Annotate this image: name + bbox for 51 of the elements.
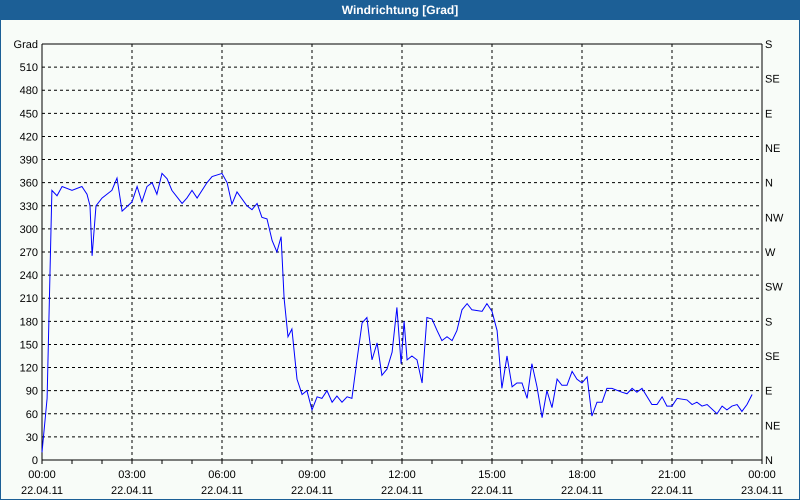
x-tick-time: 21:00 <box>658 469 686 481</box>
compass-tick-label: E <box>765 108 772 120</box>
compass-tick-label: N <box>765 455 773 467</box>
x-tick-time: 12:00 <box>388 469 416 481</box>
y-tick-label: 510 <box>20 62 38 74</box>
compass-tick-label: NW <box>765 212 784 224</box>
window-title: Windrichtung [Grad] <box>342 2 458 19</box>
x-tick-date: 22.04.11 <box>561 485 603 497</box>
y-tick-label: 450 <box>20 108 38 120</box>
x-tick-date: 22.04.11 <box>201 485 243 497</box>
x-tick-time: 09:00 <box>298 469 326 481</box>
compass-tick-label: NE <box>765 143 780 155</box>
x-tick-date: 22.04.11 <box>111 485 153 497</box>
y-tick-label: 420 <box>20 131 38 144</box>
compass-tick-label: W <box>765 247 776 259</box>
y-tick-label: 120 <box>20 362 38 375</box>
y-axis-label: Grad <box>14 39 38 51</box>
compass-tick-label: N <box>765 178 773 190</box>
y-tick-label: 90 <box>26 386 38 398</box>
x-tick-date: 23.04.11 <box>741 485 783 497</box>
x-tick-date: 22.04.11 <box>471 485 513 497</box>
x-tick-time: 15:00 <box>478 469 506 481</box>
compass-tick-label: NE <box>765 420 780 432</box>
y-tick-label: 60 <box>26 408 38 421</box>
y-tick-label: 270 <box>20 247 38 259</box>
y-tick-label: 480 <box>20 85 38 98</box>
y-tick-label: 240 <box>20 270 38 282</box>
y-tick-label: 360 <box>20 178 38 190</box>
x-tick-time: 06:00 <box>208 469 236 481</box>
x-tick-time: 00:00 <box>28 469 56 481</box>
x-tick-time: 03:00 <box>118 469 146 481</box>
compass-tick-label: SE <box>765 351 780 363</box>
y-tick-label: 300 <box>20 224 38 236</box>
x-tick-date: 22.04.11 <box>21 485 63 497</box>
x-tick-time: 00:00 <box>748 469 776 481</box>
y-tick-label: 0 <box>32 455 38 467</box>
y-tick-label: 210 <box>20 293 38 306</box>
x-tick-date: 22.04.11 <box>381 485 423 497</box>
y-tick-label: 390 <box>20 154 38 167</box>
compass-tick-label: S <box>765 316 772 328</box>
compass-tick-label: SE <box>765 74 780 86</box>
y-tick-label: 30 <box>26 432 38 444</box>
compass-tick-label: S <box>765 39 772 51</box>
compass-tick-label: SW <box>765 282 783 294</box>
compass-tick-label: E <box>765 386 772 398</box>
y-tick-label: 150 <box>20 339 38 352</box>
x-tick-time: 18:00 <box>568 469 596 481</box>
y-tick-label: 330 <box>20 200 38 213</box>
x-tick-date: 22.04.11 <box>291 485 333 497</box>
x-tick-date: 22.04.11 <box>651 485 693 497</box>
y-tick-label: 180 <box>20 316 38 328</box>
